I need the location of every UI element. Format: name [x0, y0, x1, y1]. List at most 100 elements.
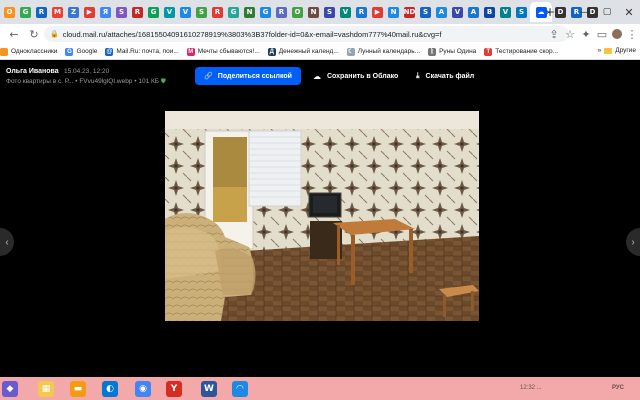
tab-favicon: G [20, 6, 31, 18]
bookmark-item[interactable]: @ Mail.Ru: почта, пои... [105, 47, 179, 56]
profile-avatar[interactable] [610, 26, 624, 42]
bookmark-star-icon[interactable]: ☆ [562, 26, 578, 42]
address-bar[interactable]: 🔒 cloud.mail.ru/attaches/168155040916102… [44, 26, 569, 42]
taskbar-app-icon[interactable]: ▬ [68, 379, 88, 399]
share-page-icon[interactable]: ⇪ [546, 26, 562, 42]
bookmark-item[interactable]: Одноклассники [0, 47, 58, 56]
next-arrow-button[interactable]: › [626, 228, 640, 256]
tab-18[interactable]: O [290, 2, 305, 22]
prev-arrow-button[interactable]: ‹ [0, 228, 14, 256]
taskbar-app-icon[interactable]: ◐ [100, 379, 120, 399]
minimize-button[interactable]: — [576, 0, 594, 24]
bookmark-item[interactable]: Д Денежный календ... [267, 47, 339, 56]
room-photo [165, 111, 479, 321]
tab-favicon: R [36, 6, 47, 18]
tab-list: O G R M Z ▶ Я S R G V V S R G N G R O N S V R ▶ N ND S A V A B V S ☁ × D R D [2, 0, 601, 24]
file-info: Фото квартиры в с. Р... • FVvu49lglQI.we… [6, 78, 166, 85]
download-icon: ⤓ [416, 71, 420, 80]
download-button[interactable]: ⤓ Скачать файл [416, 67, 474, 85]
taskbar-app-icon[interactable]: ◆ [0, 379, 20, 399]
tab-8[interactable]: R [130, 2, 145, 22]
tab-5[interactable]: ▶ [82, 2, 97, 22]
tab-favicon: V [164, 6, 175, 18]
tab-27[interactable]: A [434, 2, 449, 22]
tab-22[interactable]: R [354, 2, 369, 22]
tab-favicon: V [452, 6, 463, 18]
bookmark-item[interactable]: ᚱ Руны Одина [428, 47, 476, 56]
viewer-header: Ольга Иванова 15.04.23, 12:20 Фото кварт… [0, 60, 640, 94]
tab-17[interactable]: R [274, 2, 289, 22]
bookmark-favicon: @ [105, 47, 114, 56]
tab-25[interactable]: ND [402, 2, 417, 22]
tab-favicon: N [244, 6, 255, 18]
maximize-button[interactable]: ▢ [598, 0, 616, 24]
taskbar-app-icon[interactable]: ◠ [230, 379, 250, 399]
tab-12[interactable]: S [194, 2, 209, 22]
reload-icon[interactable]: ↻ [26, 26, 42, 42]
tab-32[interactable]: S [514, 2, 529, 22]
url-text: cloud.mail.ru/attaches/16815504091610278… [62, 29, 442, 39]
tab-10[interactable]: V [162, 2, 177, 22]
tab-favicon: V [180, 6, 191, 18]
tab-24[interactable]: N [386, 2, 401, 22]
tab-0[interactable]: O [2, 2, 17, 22]
file-name: FVvu49lglQI.webp [79, 78, 133, 85]
tab-13[interactable]: R [210, 2, 225, 22]
other-bookmarks[interactable]: » Другие [593, 47, 636, 54]
sidebar-icon[interactable]: ▭ [594, 26, 610, 42]
tab-1[interactable]: G [18, 2, 33, 22]
save-to-cloud-button[interactable]: ☁ Сохранить в Облако [313, 67, 398, 85]
tab-20[interactable]: S [322, 2, 337, 22]
tab-6[interactable]: Я [98, 2, 113, 22]
bookmark-favicon: G [65, 47, 74, 56]
taskbar-app-icon[interactable]: ▦ [36, 379, 56, 399]
language-indicator[interactable]: РУС [612, 385, 624, 391]
close-window-button[interactable]: ✕ [620, 0, 638, 24]
bookmark-item[interactable]: T Тестирование скор... [484, 47, 559, 56]
tab-7[interactable]: S [114, 2, 129, 22]
tab-21[interactable]: V [338, 2, 353, 22]
folder-icon [604, 47, 613, 54]
tab-26[interactable]: S [418, 2, 433, 22]
tab-29[interactable]: A [466, 2, 481, 22]
tab-14[interactable]: G [226, 2, 241, 22]
tab-23[interactable]: ▶ [370, 2, 385, 22]
tab-28[interactable]: V [450, 2, 465, 22]
bookmark-label: Одноклассники [11, 48, 58, 55]
taskbar-app-icon[interactable]: Y [164, 379, 184, 399]
new-tab-button[interactable]: + [542, 0, 558, 24]
tab-15[interactable]: N [242, 2, 257, 22]
link-icon: 🔗 [204, 72, 213, 80]
save-to-cloud-label: Сохранить в Облако [327, 72, 399, 80]
bookmark-label: Mail.Ru: почта, пои... [116, 48, 179, 55]
back-icon[interactable]: ← [6, 26, 22, 42]
owner-name: Ольга Иванова [6, 68, 59, 75]
tab-favicon: N [388, 6, 399, 18]
bookmarks-bar: Одноклассники G Google @ Mail.Ru: почта, пои… [0, 44, 640, 60]
tab-16[interactable]: G [258, 2, 273, 22]
bookmark-item[interactable]: G Google [65, 47, 98, 56]
bookmark-item[interactable]: М Мечты сбываются!... [186, 47, 260, 56]
bookmark-label: Google [76, 48, 98, 55]
menu-icon[interactable]: ⋮ [624, 26, 640, 42]
share-link-button[interactable]: 🔗 Поделиться ссылкой [195, 67, 301, 85]
tab-favicon: O [4, 6, 15, 18]
tab-favicon: Я [100, 6, 111, 18]
tab-favicon: G [148, 6, 159, 18]
tab-30[interactable]: B [482, 2, 497, 22]
tab-favicon: ND [403, 6, 416, 18]
tab-11[interactable]: V [178, 2, 193, 22]
taskbar-app-icon[interactable]: W [199, 379, 219, 399]
tab-3[interactable]: M [50, 2, 65, 22]
tab-2[interactable]: R [34, 2, 49, 22]
tab-31[interactable]: V [498, 2, 513, 22]
bookmark-item[interactable]: ☾ Лунный календарь... [346, 47, 420, 56]
tab-favicon: B [484, 6, 495, 18]
tab-9[interactable]: G [146, 2, 161, 22]
taskbar-app-icon[interactable]: ◉ [133, 379, 153, 399]
tab-favicon: ▶ [372, 6, 383, 18]
tab-19[interactable]: N [306, 2, 321, 22]
extensions-icon[interactable]: ✦ [578, 26, 594, 42]
tab-4[interactable]: Z [66, 2, 81, 22]
bookmark-label: Тестирование скор... [495, 48, 559, 55]
